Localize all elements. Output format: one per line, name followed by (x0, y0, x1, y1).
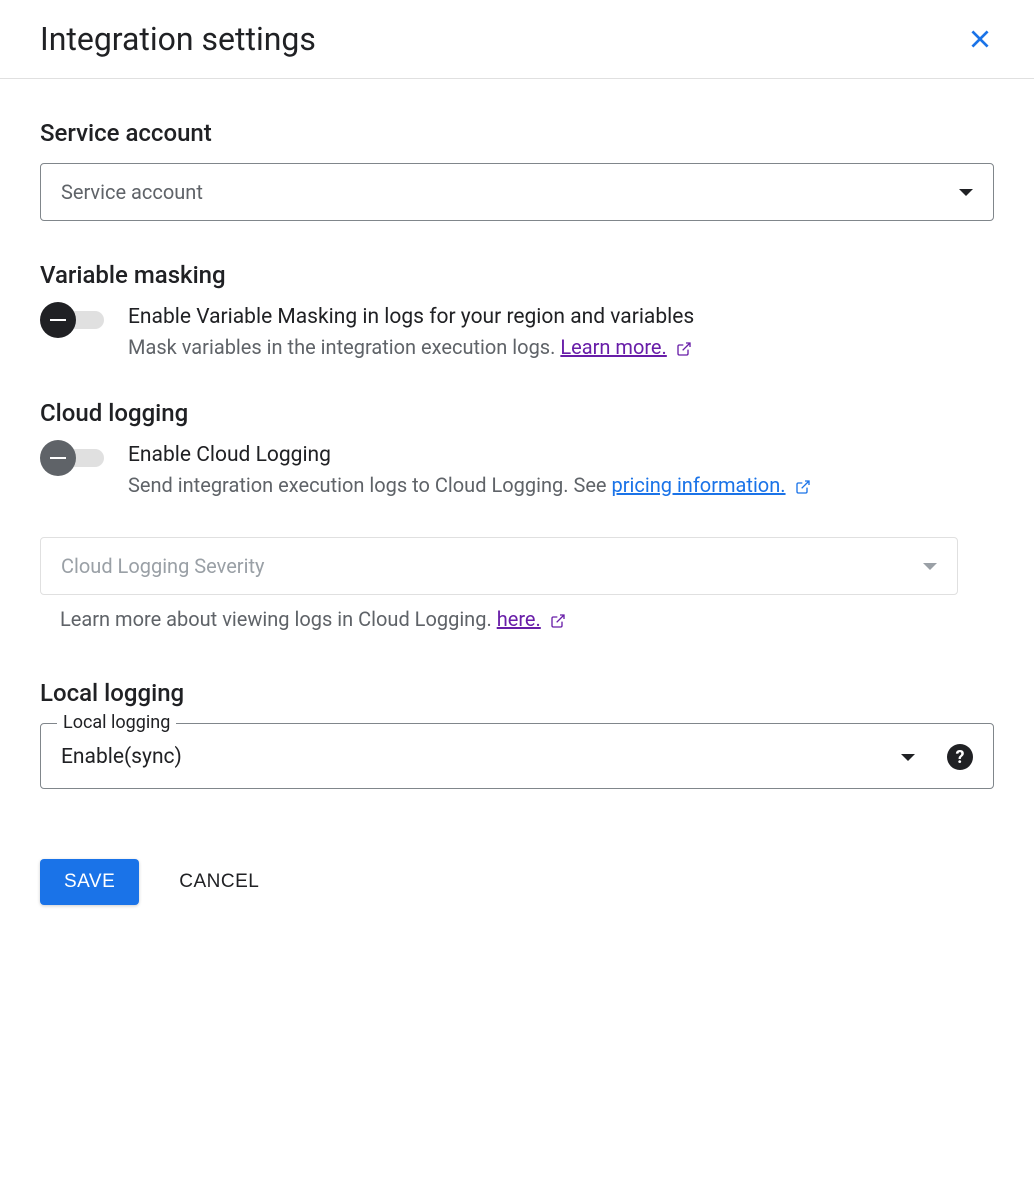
cloud-logging-severity-placeholder: Cloud Logging Severity (61, 554, 264, 578)
variable-masking-desc: Mask variables in the integration execut… (128, 335, 994, 359)
external-link-icon (676, 341, 692, 357)
cloud-logging-helper: Learn more about viewing logs in Cloud L… (60, 607, 994, 631)
local-logging-value: Enable(sync) (61, 745, 182, 769)
chevron-down-icon (901, 754, 915, 761)
variable-masking-toggle[interactable] (40, 309, 106, 331)
variable-masking-label: Enable Variable Masking in logs for your… (128, 305, 994, 329)
help-icon[interactable]: ? (947, 744, 973, 770)
service-account-heading: Service account (40, 119, 994, 147)
local-logging-floating-label: Local logging (57, 712, 176, 733)
save-button[interactable]: SAVE (40, 859, 139, 905)
cloud-logging-row: Enable Cloud Logging Send integration ex… (40, 443, 994, 497)
dialog-title: Integration settings (40, 20, 316, 58)
dialog-content: Service account Service account Variable… (0, 79, 1034, 945)
toggle-thumb-icon (40, 302, 76, 338)
toggle-thumb-icon (40, 440, 76, 476)
minus-icon (50, 457, 66, 460)
cloud-logging-severity-select: Cloud Logging Severity (40, 537, 958, 595)
variable-masking-heading: Variable masking (40, 261, 994, 289)
dialog-header: Integration settings (0, 0, 1034, 79)
variable-masking-row: Enable Variable Masking in logs for your… (40, 305, 994, 359)
close-icon (967, 26, 993, 52)
local-logging-select[interactable]: Local logging Enable(sync) ? (40, 723, 994, 789)
here-link[interactable]: here. (497, 607, 541, 631)
external-link-icon (795, 479, 811, 495)
cloud-logging-label: Enable Cloud Logging (128, 443, 994, 467)
cloud-logging-toggle[interactable] (40, 447, 106, 469)
chevron-down-icon (959, 189, 973, 196)
pricing-info-link[interactable]: pricing information. (612, 473, 786, 497)
close-button[interactable] (966, 25, 994, 53)
cloud-logging-heading: Cloud logging (40, 399, 994, 427)
service-account-placeholder: Service account (61, 180, 203, 204)
action-buttons: SAVE CANCEL (40, 859, 994, 905)
service-account-select[interactable]: Service account (40, 163, 994, 221)
external-link-icon (550, 613, 566, 629)
learn-more-link[interactable]: Learn more. (560, 335, 666, 359)
local-logging-heading: Local logging (40, 679, 994, 707)
cancel-button[interactable]: CANCEL (179, 871, 259, 893)
minus-icon (50, 319, 66, 322)
cloud-logging-desc: Send integration execution logs to Cloud… (128, 473, 994, 497)
chevron-down-icon (923, 563, 937, 570)
